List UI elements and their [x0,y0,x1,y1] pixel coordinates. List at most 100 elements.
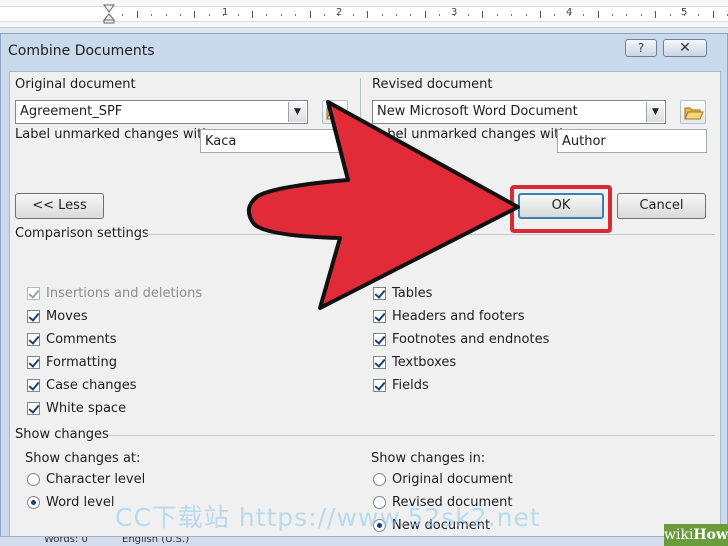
checkbox-label: White space [46,401,127,416]
show-changes-in-label: Show changes in: [371,451,486,466]
chevron-down-icon[interactable]: ▼ [646,102,664,122]
logo-how-text: How [693,527,728,543]
show-changes-title: Show changes [15,427,109,442]
horizontal-ruler: 1 2 3 4 5 [0,0,728,28]
checkbox-icon[interactable] [373,333,386,346]
ruler-tick [626,14,628,16]
original-label-changes-label: Label unmarked changes with: [15,127,215,142]
original-document-label: Original document [15,77,136,92]
ruler-tick [439,14,441,16]
ruler-tick [554,14,556,16]
ruler-tick [640,14,642,16]
ruler-tick [208,14,210,16]
ruler-tick [237,14,239,16]
radio-label: Word level [46,495,115,510]
checkbox-white-space[interactable]: White space [27,401,126,416]
radio-word-level[interactable]: Word level [27,495,114,510]
ruler-tick [396,14,397,16]
original-label-changes-value: Kaca [205,134,237,149]
checkbox-insertions-deletions: Insertions and deletions [27,286,202,301]
ruler-tick [295,14,297,16]
close-button[interactable]: ✕ [663,39,707,57]
status-language: English (U.S.) [122,536,190,545]
checkbox-icon[interactable] [27,379,40,392]
ruler-tick [136,11,138,18]
folder-open-icon [684,107,704,120]
checkbox-icon[interactable] [27,356,40,369]
ruler-tick [482,11,484,18]
ruler-tick [669,14,671,16]
indent-marker-icon[interactable] [103,4,115,24]
ruler-tick [280,14,282,16]
checkbox-icon[interactable] [373,379,386,392]
group-divider [108,435,715,436]
ruler-tick [309,11,311,18]
ruler-number: 4 [566,7,573,18]
ruler-tick [252,11,253,18]
radio-character-level[interactable]: Character level [27,472,145,487]
checkbox-fields[interactable]: Fields [373,378,429,393]
watermark: CC下载站 https://www.52sk2.net [115,503,541,532]
ruler-tick [367,11,369,18]
radio-original-document[interactable]: Original document [373,472,513,487]
ruler-number: 3 [451,7,458,18]
checkbox-moves[interactable]: Moves [27,309,88,324]
radio-icon[interactable] [27,473,40,486]
dialog-title: Combine Documents [8,43,155,59]
ruler-tick [194,11,196,18]
ruler-tick [540,11,541,18]
checkbox-case-changes[interactable]: Case changes [27,378,137,393]
ruler-tick [468,14,469,16]
ruler-number: 2 [336,7,343,18]
ruler-tick [612,14,613,16]
red-arrow-icon [246,100,520,310]
checkbox-icon[interactable] [27,333,40,346]
ruler-tick [122,14,124,16]
checkbox-footnotes-endnotes[interactable]: Footnotes and endnotes [373,332,549,347]
checkbox-label: Comments [46,332,117,347]
ruler-tick [266,14,268,16]
dialog-titlebar: Combine Documents ? ✕ [1,34,727,68]
ok-button[interactable]: OK [518,193,604,219]
ruler-tick [165,14,167,16]
checkbox-icon[interactable] [373,356,386,369]
checkbox-textboxes[interactable]: Textboxes [373,355,456,370]
ruler-tick [496,14,498,16]
checkbox-label: Textboxes [392,355,457,370]
revised-label-changes-input[interactable]: Author [557,129,707,153]
checkbox-comments[interactable]: Comments [27,332,116,347]
status-bar: Words: 0 English (U.S.) [0,536,728,546]
checkbox-icon [27,287,40,300]
checkbox-icon[interactable] [27,310,40,323]
ruler-tick [525,14,527,16]
help-button[interactable]: ? [625,39,657,57]
show-changes-at-label: Show changes at: [25,451,141,466]
ruler-tick [655,11,657,18]
less-button[interactable]: << Less [15,193,104,219]
cancel-button[interactable]: Cancel [617,193,706,219]
comparison-settings-title: Comparison settings [15,226,149,241]
ruler-number: 5 [681,7,688,18]
revised-document-label: Revised document [372,77,493,92]
ruler-tick [511,14,513,16]
ruler-number: 1 [222,7,229,18]
original-document-value: Agreement_SPF [20,104,123,119]
checkbox-icon[interactable] [27,402,40,415]
ruler-tick [352,14,354,16]
checkbox-formatting[interactable]: Formatting [27,355,117,370]
ruler-tick [583,14,585,16]
revised-label-changes-value: Author [562,134,606,149]
ruler-tick [424,11,426,18]
radio-label: Original document [392,472,513,487]
checkbox-label: Footnotes and endnotes [392,332,550,347]
ruler-tick [410,14,412,16]
ruler-tick [698,14,700,16]
radio-icon[interactable] [27,496,40,509]
ruler-tick [180,14,181,16]
radio-label: Character level [46,472,146,487]
checkbox-label: Formatting [46,355,118,370]
radio-icon[interactable] [373,473,386,486]
wikihow-logo: wikiHow [664,524,728,546]
ruler-tick [151,14,153,16]
browse-revised-button[interactable] [680,100,706,124]
